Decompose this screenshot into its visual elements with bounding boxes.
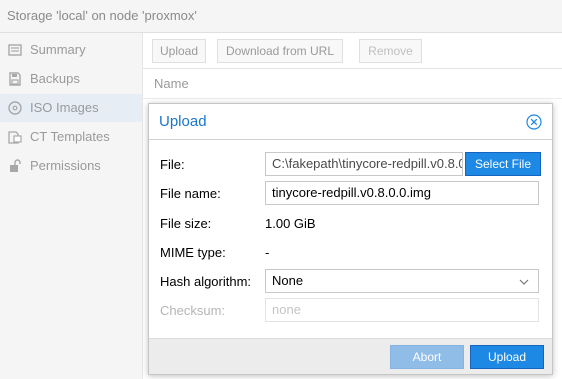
- upload-button[interactable]: Upload: [152, 39, 206, 63]
- unlock-icon: [10, 159, 21, 172]
- sidebar-item-label: Permissions: [30, 158, 101, 173]
- download-from-url-button[interactable]: Download from URL: [217, 39, 343, 63]
- summary-icon: [8, 44, 22, 56]
- mime-value: -: [265, 245, 270, 260]
- sidebar-item-summary[interactable]: Summary: [0, 36, 142, 64]
- checksum-label: Checksum:: [160, 303, 226, 318]
- disc-icon: [8, 101, 22, 115]
- filename-field[interactable]: tinycore-redpill.v0.8.0.0.img: [265, 181, 539, 205]
- chevron-down-icon[interactable]: [518, 276, 530, 288]
- abort-button[interactable]: Abort: [390, 345, 464, 369]
- mime-label: MIME type:: [160, 245, 226, 260]
- hash-label: Hash algorithm:: [160, 274, 252, 289]
- toolbar: Upload Download from URL Remove: [143, 33, 562, 69]
- sidebar-item-backups[interactable]: Backups: [0, 65, 142, 93]
- sidebar-item-label: Summary: [30, 42, 86, 57]
- dialog-header: Upload: [149, 104, 552, 140]
- checksum-field[interactable]: none: [265, 298, 539, 322]
- sidebar-item-label: CT Templates: [30, 129, 110, 144]
- remove-button[interactable]: Remove: [359, 39, 422, 63]
- filesize-value: 1.00 GiB: [265, 216, 316, 231]
- dialog-title: Upload: [159, 113, 207, 130]
- sidebar-item-label: Backups: [30, 71, 80, 86]
- sidebar-item-iso-images[interactable]: ISO Images: [0, 94, 142, 122]
- templates-icon: [8, 131, 22, 144]
- dialog-upload-button[interactable]: Upload: [470, 345, 544, 369]
- close-icon[interactable]: [526, 114, 542, 130]
- hash-algorithm-value: None: [272, 273, 304, 288]
- sidebar-item-label: ISO Images: [30, 100, 99, 115]
- select-file-button[interactable]: Select File: [465, 152, 541, 176]
- dialog-footer: Abort Upload: [149, 338, 552, 374]
- sidebar-item-ct-templates[interactable]: CT Templates: [0, 123, 142, 151]
- sidebar-item-permissions[interactable]: Permissions: [0, 152, 142, 180]
- upload-dialog: Upload File: C:\fakepath\tinycore-redpil…: [148, 103, 553, 375]
- file-label: File:: [160, 157, 185, 172]
- backups-icon: [9, 72, 21, 86]
- window-title: Storage 'local' on node 'proxmox': [0, 0, 562, 33]
- column-header-name[interactable]: Name: [143, 69, 562, 99]
- filesize-label: File size:: [160, 216, 212, 231]
- hash-algorithm-select[interactable]: None: [265, 269, 539, 293]
- sidebar: Summary Backups ISO Images CT Templates …: [0, 33, 143, 379]
- filename-label: File name:: [160, 186, 221, 201]
- file-path-field[interactable]: C:\fakepath\tinycore-redpill.v0.8.0.0.im…: [265, 152, 463, 176]
